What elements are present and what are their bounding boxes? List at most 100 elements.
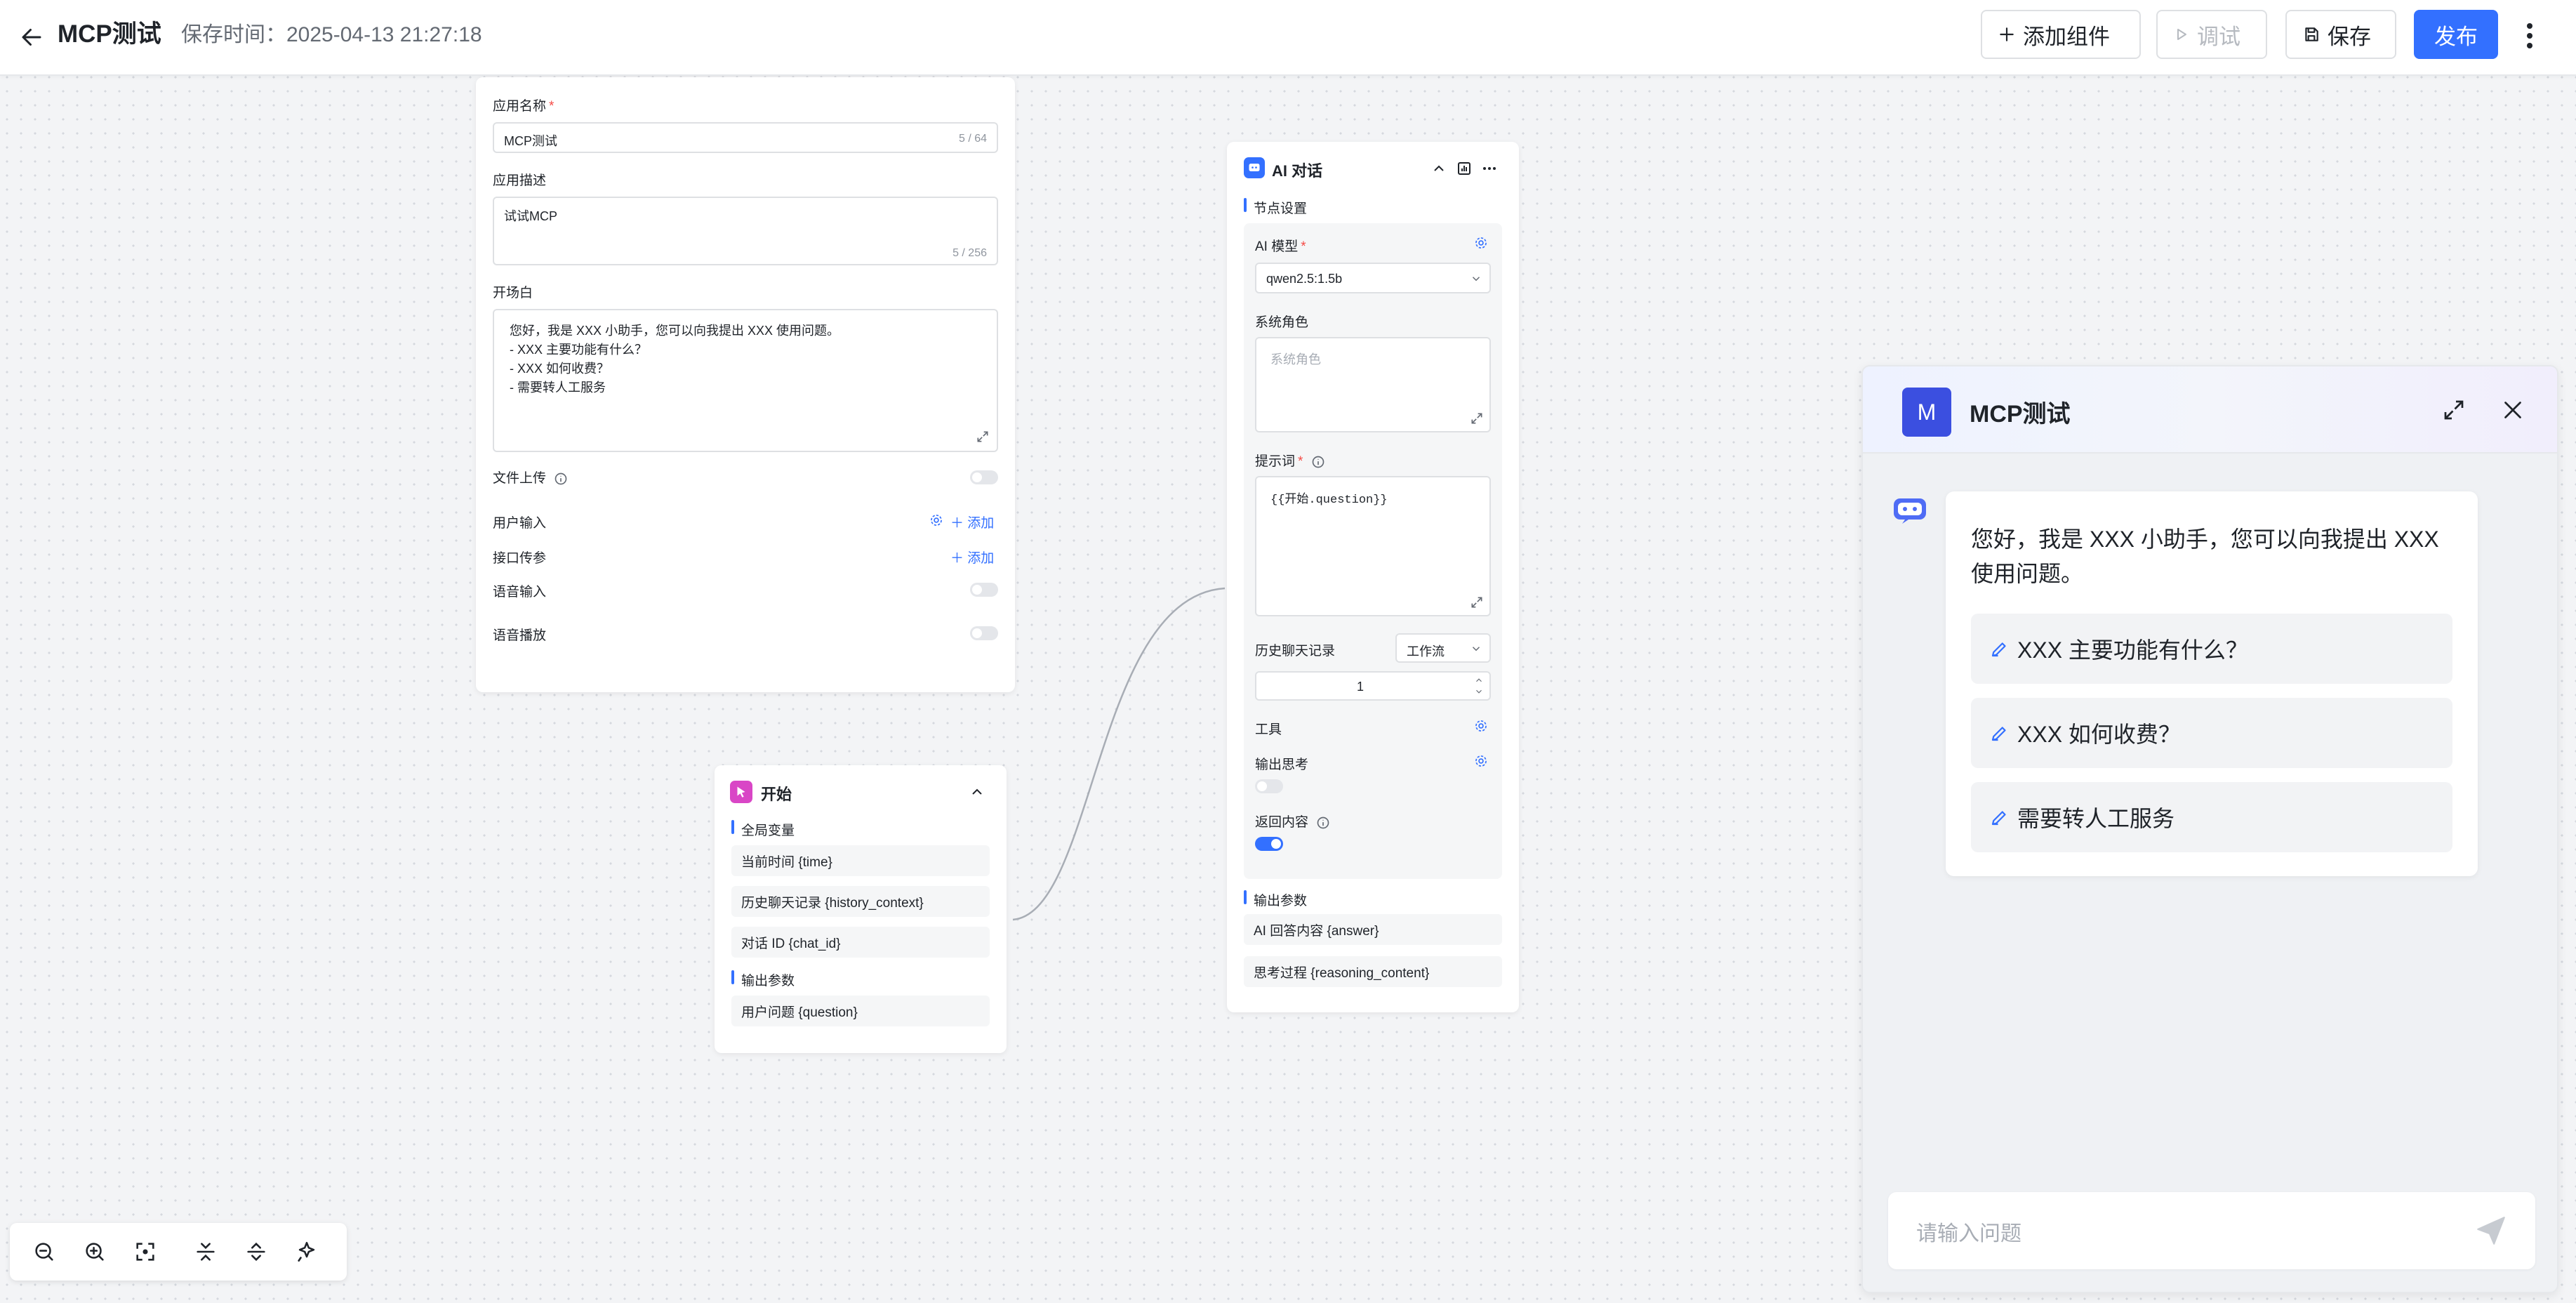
expand-icon[interactable] xyxy=(2441,397,2467,423)
output-thinking-label: 输出思考 xyxy=(1255,758,1309,772)
output-thinking-toggle[interactable] xyxy=(1255,779,1283,793)
prompt-textarea[interactable]: {{开始.question}} xyxy=(1255,476,1491,616)
app-desc-label: 应用描述 xyxy=(493,173,547,188)
chat-input[interactable]: 请输入问题 xyxy=(1888,1192,2535,1269)
chat-message-bubble: 您好，我是 XXX 小助手，您可以向我提出 XXX 使用问题。 XXX 主要功能… xyxy=(1946,491,2478,876)
zoom-in-icon[interactable] xyxy=(80,1237,109,1266)
file-upload-label: 文件上传 xyxy=(493,468,568,487)
greeting-text: 您好，我是 XXX 小助手，您可以向我提出 XXX 使用问题。 xyxy=(1971,527,2439,586)
gear-icon[interactable] xyxy=(929,513,943,527)
chevron-down-icon xyxy=(1472,277,1480,282)
app-name-counter: 5 / 64 xyxy=(958,133,987,145)
opening-textarea[interactable]: 您好，我是 XXX 小助手，您可以向我提出 XXX 使用问题。 - XXX 主要… xyxy=(493,309,998,452)
ai-chat-node[interactable]: AI 对话 节点设置 AI 模型 * qwen2.5:1.5b 系统角色 系统角色… xyxy=(1227,142,1519,1012)
gear-icon[interactable] xyxy=(1474,719,1488,733)
tools-label: 工具 xyxy=(1255,722,1282,737)
history-count-stepper[interactable]: 1 xyxy=(1255,671,1491,701)
app-name-input[interactable]: MCP测试 5 / 64 xyxy=(493,122,998,153)
pencil-icon xyxy=(1991,642,2006,657)
chat-header: M MCP测试 xyxy=(1863,366,2557,454)
user-input-label: 用户输入 xyxy=(493,516,547,531)
voice-input-toggle[interactable] xyxy=(970,583,998,597)
history-type-select[interactable]: 工作流 xyxy=(1395,633,1491,663)
fit-view-icon[interactable] xyxy=(131,1237,160,1266)
bot-avatar-icon xyxy=(1891,493,1929,525)
chat-title: MCP测试 xyxy=(1970,401,2071,428)
chevron-down-icon[interactable] xyxy=(1474,687,1484,696)
system-role-placeholder: 系统角色 xyxy=(1270,352,1321,366)
chat-preview-panel: M MCP测试 您好，我是 XXX 小助手，您可以向我提出 XXX 使用问题。 … xyxy=(1861,365,2558,1293)
voice-input-label: 语音输入 xyxy=(493,585,547,600)
canvas-toolbar xyxy=(10,1223,347,1281)
suggested-question-text: XXX 如何收费？ xyxy=(2017,722,2181,747)
global-vars-label: 全局变量 xyxy=(741,824,795,838)
gear-icon[interactable] xyxy=(1474,754,1488,768)
system-role-textarea[interactable]: 系统角色 xyxy=(1255,337,1491,432)
ai-model-select[interactable]: qwen2.5:1.5b xyxy=(1255,263,1491,293)
stats-icon[interactable] xyxy=(1456,160,1473,177)
output-params-label: 输出参数 xyxy=(1254,894,1308,908)
opening-label: 开场白 xyxy=(493,286,533,300)
return-content-toggle[interactable] xyxy=(1255,837,1283,851)
history-type-value: 工作流 xyxy=(1407,644,1445,659)
start-node-icon xyxy=(730,781,752,803)
opening-line: - XXX 如何收费？ xyxy=(510,362,610,376)
expand-icon[interactable] xyxy=(1470,411,1484,425)
voice-playback-label: 语音播放 xyxy=(493,628,547,643)
global-var-item: 历史聊天记录 {history_context} xyxy=(731,886,990,917)
opening-line: - XXX 主要功能有什么？ xyxy=(510,343,648,357)
gear-icon[interactable] xyxy=(1474,236,1488,250)
user-input-add-link[interactable]: ＋ 添加 xyxy=(950,512,994,531)
collapse-chevron-icon[interactable] xyxy=(1430,160,1447,177)
section-marker xyxy=(731,970,734,984)
pencil-icon xyxy=(1991,727,2006,741)
ai-model-label: AI 模型 * xyxy=(1255,239,1306,254)
app-desc-textarea[interactable]: 试试MCP 5 / 256 xyxy=(493,197,998,265)
section-marker xyxy=(731,820,734,834)
global-var-item: 对话 ID {chat_id} xyxy=(731,927,990,958)
api-params-label: 接口传参 xyxy=(493,551,547,566)
zoom-out-icon[interactable] xyxy=(29,1237,59,1266)
auto-layout-icon[interactable] xyxy=(292,1237,321,1266)
app-name-value: MCP测试 xyxy=(504,134,557,148)
more-icon[interactable] xyxy=(1481,160,1498,177)
suggested-question[interactable]: 需要转人工服务 xyxy=(1971,782,2452,852)
close-icon[interactable] xyxy=(2500,397,2525,423)
file-upload-toggle[interactable] xyxy=(970,470,998,484)
history-label: 历史聊天记录 xyxy=(1255,644,1336,659)
prompt-label: 提示词 * xyxy=(1255,451,1325,470)
voice-playback-toggle[interactable] xyxy=(970,626,998,640)
return-content-label: 返回内容 xyxy=(1255,812,1330,831)
chevron-up-icon[interactable] xyxy=(1474,675,1484,685)
ai-model-value: qwen2.5:1.5b xyxy=(1266,272,1343,286)
app-name-label: 应用名称 * xyxy=(493,99,555,114)
suggested-question-text: 需要转人工服务 xyxy=(2017,806,2175,831)
opening-line: - 需要转人工服务 xyxy=(510,381,606,395)
section-marker xyxy=(1244,198,1247,212)
app-desc-value: 试试MCP xyxy=(504,209,557,223)
api-params-add-link[interactable]: ＋ 添加 xyxy=(950,548,994,567)
output-param-item: 用户问题 {question} xyxy=(731,996,990,1026)
suggested-question-text: XXX 主要功能有什么？ xyxy=(2017,637,2248,663)
chat-input-placeholder: 请输入问题 xyxy=(1916,1222,2021,1245)
output-params-label: 输出参数 xyxy=(741,974,795,988)
app-settings-panel: 应用名称 * MCP测试 5 / 64 应用描述 试试MCP 5 / 256 开场… xyxy=(476,77,1015,692)
collapse-all-icon[interactable] xyxy=(191,1237,220,1266)
suggested-question[interactable]: XXX 主要功能有什么？ xyxy=(1971,614,2452,684)
output-param-item: AI 回答内容 {answer} xyxy=(1244,914,1502,945)
pencil-icon xyxy=(1991,811,2006,826)
send-icon[interactable] xyxy=(2474,1213,2509,1248)
opening-text: 您好，我是 XXX 小助手，您可以向我提出 XXX 使用问题。 - XXX 主要… xyxy=(510,322,839,397)
output-param-item: 思考过程 {reasoning_content} xyxy=(1244,956,1502,987)
prompt-value: {{开始.question}} xyxy=(1270,494,1388,507)
info-icon xyxy=(555,472,567,485)
start-node[interactable]: 开始 全局变量 当前时间 {time} 历史聊天记录 {history_cont… xyxy=(715,765,1007,1053)
node-settings-label: 节点设置 xyxy=(1254,201,1308,216)
expand-icon[interactable] xyxy=(1470,595,1484,609)
expand-all-icon[interactable] xyxy=(241,1237,271,1266)
global-var-item: 当前时间 {time} xyxy=(731,845,990,876)
collapse-chevron-icon[interactable] xyxy=(969,783,985,800)
suggested-question[interactable]: XXX 如何收费？ xyxy=(1971,698,2452,768)
expand-icon[interactable] xyxy=(976,430,990,444)
info-icon xyxy=(1312,456,1324,468)
